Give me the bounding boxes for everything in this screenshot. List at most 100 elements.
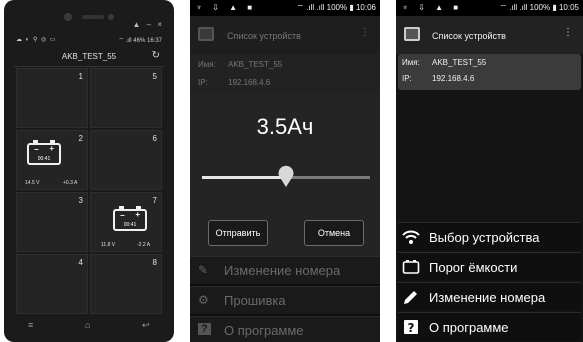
menu-item-label: Порог ёмкости [429,260,518,275]
current-readout: +0.3 A [63,180,78,186]
capacity-dialog-screen: ♆ ⇩ ▲ ■ ⌔ .ıll .ıll 100% ▮ 10:06 Список … [190,0,380,342]
cancel-button[interactable]: Отмена [304,220,364,246]
slot-number: 3 [78,196,83,205]
send-button[interactable]: Отправить [208,220,268,246]
menu-item-about[interactable]: ? О программе [190,316,380,342]
menu-item-label: Выбор устройства [429,230,540,245]
app-bar: AKB_TEST_55 ↻ [14,49,164,67]
slot-cell-2[interactable]: 2 − + 00:41 14.5 V +0.3 A [16,130,88,190]
capacity-threshold-dialog: 3.5Ач Отправить Отмена [190,94,380,256]
device-info-card[interactable]: Имя: AKB_TEST_55 IP: 192.168.4.6 [190,54,380,94]
voltage-readout: 11.8 V [101,242,116,248]
device-ip: 192.168.4.6 [228,78,271,87]
status-icons-left: ♆ ⇩ ▲ ■ [196,3,257,12]
battery-time: 00:41 [37,156,51,162]
ip-label: IP: [402,74,412,83]
device-ip: 192.168.4.6 [432,74,475,83]
status-icons-right: ⌔ .ıll .ıll 100% ▮ 10:05 [499,3,579,12]
menu-item-firmware[interactable]: ⚙ Прошивка [190,286,380,314]
device-menu-screen: ♆ ⇩ ▲ ■ ⌔ .ıll .ıll 100% ▮ 10:05 Список … [396,0,583,342]
battery-time: 00:41 [123,222,137,228]
slot-number: 4 [78,258,83,267]
slot-number: 8 [152,258,157,267]
name-label: Имя: [402,58,420,67]
earpiece-speaker [82,15,104,19]
slot-cell-7[interactable]: 7 − + 00:41 11.8 V -2.2 A [90,192,162,252]
refresh-icon[interactable]: ↻ [152,50,160,61]
phone-top-bezel: ▲ – × [4,0,174,29]
menu-item-about[interactable]: ? О программе [398,312,581,341]
status-icons-left: ☁ ◐ ⚲ ◎ ▭ [16,37,57,43]
help-icon: ? [198,323,211,335]
sensor [108,14,114,20]
slot-cell-6[interactable]: 6 [90,130,162,190]
svg-text:?: ? [408,321,415,335]
name-label: Имя: [198,60,216,69]
status-bar: ♆ ⇩ ▲ ■ ⌔ .ıll .ıll 100% ▮ 10:06 [190,0,380,16]
front-camera [64,13,72,21]
minus-sign: − [120,211,125,220]
device-name: AKB_TEST_55 [432,58,487,67]
device-list-item[interactable]: Имя: AKB_TEST_55 IP: 192.168.4.6 [398,54,581,90]
slot-cell-8[interactable]: 8 [90,254,162,314]
wifi-icon [402,228,420,246]
menu-item-label: О программе [224,323,304,338]
device-name: AKB_TEST_55 [228,60,283,69]
app-icon [404,27,420,41]
chip-icon: ⚙ [198,293,209,307]
battery-icon: − + 00:41 [113,206,147,231]
battery-icon: − + 00:41 [27,140,61,165]
slot-number: 6 [152,134,157,143]
current-readout: -2.2 A [137,242,151,248]
menu-icon[interactable]: ≡ [28,320,33,330]
pencil-icon [402,288,420,306]
battery-slot-grid: 1 5 2 − + 00:41 14.5 V +0.3 A 6 3 7 − + … [16,68,162,314]
menu-item-capacity-threshold[interactable]: Порог ёмкости [398,252,581,281]
battery-terminal [136,206,141,209]
capacity-value: 3.5Ач [256,114,314,139]
menu-item-label: Прошивка [224,293,286,308]
slot-number: 7 [152,196,157,205]
more-vert-icon[interactable]: ⋮ [563,27,573,38]
window-controls[interactable]: ▲ – × [133,20,164,29]
ip-label: IP: [198,78,208,87]
menu-item-label: Изменение номера [429,290,546,305]
app-title: AKB_TEST_55 [61,52,117,61]
menu-item-change-number[interactable]: Изменение номера [398,282,581,311]
status-icons-right: ⌔ .ıll .ıll 100% ▮ 10:06 [296,3,376,12]
menu-item-change-number[interactable]: ✎ Изменение номера [190,256,380,284]
status-bar: ☁ ◐ ⚲ ◎ ▭ ⌔ .ıll 46% 16:37 [14,35,164,45]
slot-cell-3[interactable]: 3 [16,192,88,252]
slot-cell-1[interactable]: 1 [16,68,88,128]
app-title: Список устройств [432,31,506,41]
app-icon [198,27,214,41]
status-bar: ♆ ⇩ ▲ ■ ⌔ .ıll .ıll 100% ▮ 10:05 [396,0,583,16]
more-vert-icon[interactable]: ⋮ [360,27,370,38]
battery-terminal [50,140,55,143]
battery-terminal [119,206,124,209]
help-icon: ? [402,318,420,336]
slot-cell-5[interactable]: 5 [90,68,162,128]
home-icon[interactable]: ⌂ [85,320,90,330]
menu-item-select-device[interactable]: Выбор устройства [398,222,581,251]
slot-number: 1 [78,72,83,81]
status-icons-left: ♆ ⇩ ▲ ■ [402,3,463,12]
app-bar: Список устройств ⋮ [190,16,380,54]
plus-sign: + [49,144,54,153]
back-icon[interactable]: ↩ [142,320,150,331]
slot-cell-4[interactable]: 4 [16,254,88,314]
phone-device-grid-view: ▲ – × ☁ ◐ ⚲ ◎ ▭ ⌔ .ıll 46% 16:37 AKB_TES… [4,0,174,342]
pencil-icon: ✎ [198,263,209,277]
voltage-readout: 14.5 V [25,180,40,186]
plus-sign: + [135,210,140,219]
navigation-bar: ≡ ⌂ ↩ [14,318,164,336]
app-title: Список устройств [227,31,301,41]
battery-terminal [33,140,38,143]
menu-item-label: Изменение номера [224,263,341,278]
menu-item-label: О программе [429,320,509,335]
slot-number: 2 [78,134,83,143]
slider-thumb[interactable] [278,164,294,188]
menu-list: Выбор устройства Порог ёмкости Изменение… [398,222,581,342]
slider-fill [202,176,286,179]
battery-icon [402,258,420,276]
